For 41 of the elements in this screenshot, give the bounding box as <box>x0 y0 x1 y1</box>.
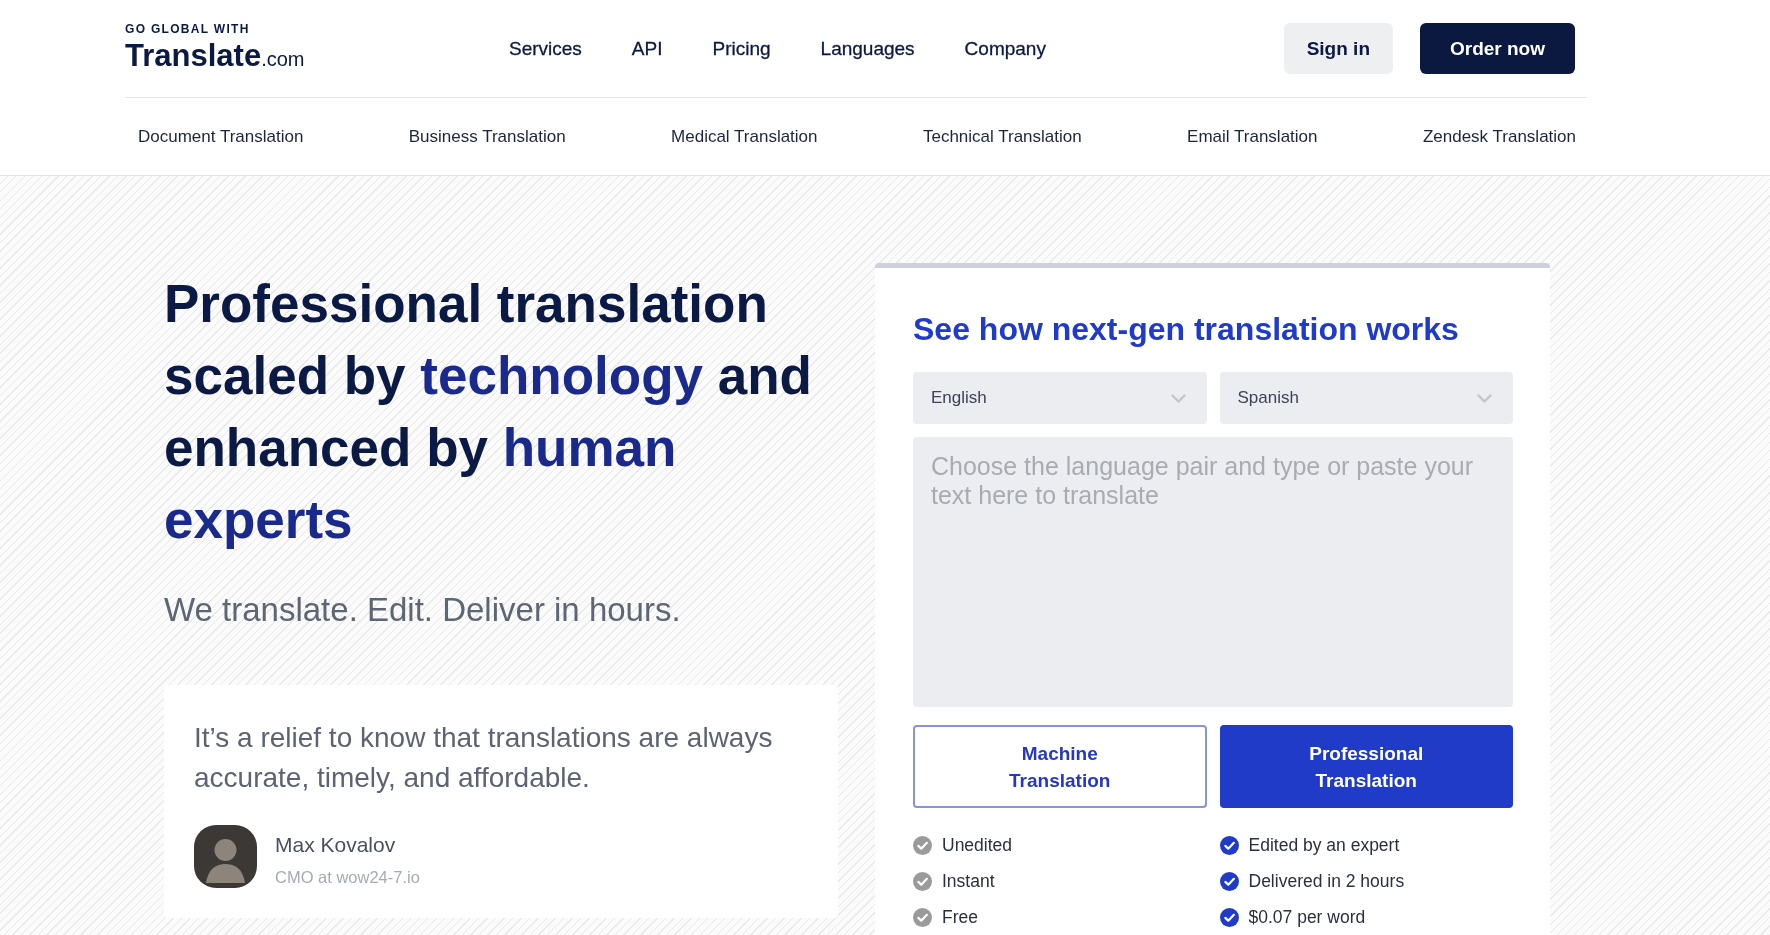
subnav-link[interactable]: Medical Translation <box>671 126 818 147</box>
feature-text: Free <box>942 906 978 928</box>
hero-subtitle: We translate. Edit. Deliver in hours. <box>164 590 681 630</box>
feature-text: $0.07 per word <box>1248 906 1366 928</box>
nav-link[interactable]: Pricing <box>712 37 771 60</box>
testimonial-quote: It’s a relief to know that translations are always accurate, timely, and affordable. <box>194 721 774 795</box>
avatar-placeholder <box>194 825 257 888</box>
feature-text: Instant <box>942 870 995 892</box>
nav-link[interactable]: Languages <box>820 37 915 60</box>
chevron-down-icon <box>1170 393 1186 403</box>
translation-mode-button[interactable]: Professional Translation <box>1219 725 1513 808</box>
check-circle-icon <box>913 907 932 927</box>
feature-text: Delivered in 2 hours <box>1248 870 1405 892</box>
card-title: See how next-gen translation works <box>913 310 1459 349</box>
check-circle-icon <box>1219 835 1239 855</box>
nav-link[interactable]: Company <box>964 37 1046 60</box>
feature-text: Unedited <box>942 834 1013 856</box>
subnav-link[interactable]: Business Translation <box>408 126 566 147</box>
nav-link[interactable]: Services <box>509 37 582 60</box>
target-language-select[interactable]: Spanish <box>1219 372 1513 424</box>
subnav-link[interactable]: Email Translation <box>1187 126 1318 147</box>
logo-wordmark[interactable]: Translate.com <box>125 38 305 76</box>
chevron-down-icon <box>1477 393 1492 403</box>
check-circle-icon <box>1219 871 1239 891</box>
check-circle-icon <box>913 871 932 891</box>
translation-mode-button[interactable]: Machine Translation <box>913 725 1207 808</box>
check-circle-icon <box>913 835 932 855</box>
subnav-link[interactable]: Technical Translation <box>922 126 1082 147</box>
sign-in-button[interactable]: Sign in <box>1283 23 1393 74</box>
feature-text: Edited by an expert <box>1248 834 1400 856</box>
check-circle-icon <box>1219 907 1239 927</box>
logo-tagline: GO GLOBAL WITH <box>125 21 250 36</box>
subnav-link[interactable]: Document Translation <box>138 126 304 147</box>
subnav-link[interactable]: Zendesk Translation <box>1422 126 1576 147</box>
source-language-select[interactable]: English <box>913 372 1207 424</box>
author-role: CMO at wow24-7.io <box>275 867 420 888</box>
order-now-button[interactable]: Order now <box>1420 23 1575 74</box>
hero-heading: Professional translation scaled by technology and enhanced by human experts <box>164 273 813 551</box>
author-name: Max Kovalov <box>275 832 396 858</box>
nav-link[interactable]: API <box>631 37 663 60</box>
text-input-field[interactable]: Choose the language pair and type or paste your text here to translate <box>913 437 1513 707</box>
